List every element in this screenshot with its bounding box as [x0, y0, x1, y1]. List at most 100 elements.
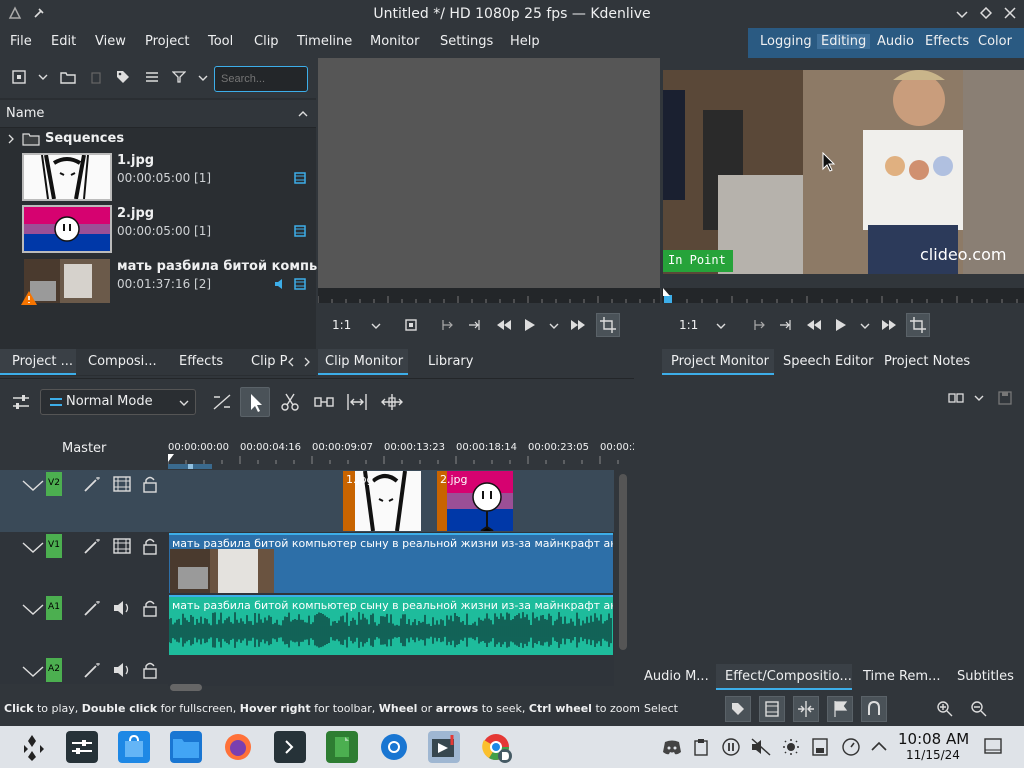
clock-date[interactable]: 11/15/24 [906, 748, 960, 762]
chevron-down-icon[interactable] [22, 602, 44, 616]
record-icon[interactable] [405, 319, 417, 331]
menu-edit[interactable]: Edit [51, 34, 76, 49]
tag-icon[interactable] [725, 696, 751, 722]
tab-project-monitor[interactable]: Project Monitor [662, 349, 774, 375]
spreadsheet-icon[interactable] [326, 731, 358, 763]
menu-tool[interactable]: Tool [208, 34, 233, 49]
crop-icon[interactable] [596, 313, 620, 337]
play-icon[interactable] [835, 318, 847, 332]
set-out-point-icon[interactable] [779, 319, 793, 331]
tab-speech-editor[interactable]: Speech Editor [783, 349, 874, 375]
clipboard-icon[interactable] [694, 738, 708, 756]
close-icon[interactable] [1004, 7, 1016, 19]
spacer-tool-icon[interactable] [212, 393, 232, 411]
master-header[interactable]: Master [0, 427, 168, 471]
zoom-select[interactable]: 1:1 [679, 318, 698, 332]
chevron-down-icon[interactable] [22, 478, 44, 492]
chevron-down-icon[interactable] [860, 322, 870, 330]
track-header-a1[interactable]: A1 [0, 594, 168, 656]
track-header-a2[interactable]: A2 [0, 656, 168, 684]
search-input[interactable] [214, 66, 308, 92]
ripple-tool-icon[interactable] [314, 395, 334, 409]
effects-wand-icon[interactable] [84, 662, 102, 678]
speaker-icon[interactable] [113, 662, 131, 678]
menu-help[interactable]: Help [510, 34, 540, 49]
list-icon[interactable] [145, 71, 159, 83]
select-tool-icon[interactable] [240, 387, 270, 417]
lock-icon[interactable] [143, 537, 157, 555]
rewind-icon[interactable] [496, 319, 512, 331]
video-track-icon[interactable] [113, 476, 131, 492]
tab-project-bin[interactable]: Project ... [0, 349, 76, 375]
effects-wand-icon[interactable] [84, 600, 102, 616]
tab-compositions[interactable]: Composi... [88, 349, 157, 375]
media-pause-icon[interactable] [722, 738, 740, 756]
video-track-icon[interactable] [759, 696, 785, 722]
tab-library[interactable]: Library [428, 349, 473, 375]
tab-clip-monitor[interactable]: Clip Monitor [318, 349, 408, 375]
layout-logging[interactable]: Logging [760, 34, 812, 49]
tag-icon[interactable] [116, 70, 130, 84]
magnet-icon[interactable] [861, 696, 887, 722]
set-in-point-icon[interactable] [440, 319, 454, 331]
set-out-point-icon[interactable] [468, 319, 482, 331]
layout-audio[interactable]: Audio [877, 34, 914, 49]
razor-tool-icon[interactable] [281, 393, 299, 411]
project-monitor-ruler[interactable] [662, 288, 1024, 303]
slip-tool-icon[interactable] [381, 393, 403, 411]
timeline-ruler[interactable]: 00:00:00:00 00:00:04:16 00:00:09:07 00:0… [168, 438, 634, 470]
folder-icon[interactable] [60, 70, 76, 84]
maximize-icon[interactable] [980, 7, 992, 19]
timeline-clip[interactable]: 1.jpg [343, 471, 421, 531]
menu-project[interactable]: Project [145, 34, 189, 49]
chevron-down-icon[interactable] [549, 322, 559, 330]
fast-forward-icon[interactable] [881, 319, 897, 331]
kdenlive-app-icon[interactable] [428, 731, 460, 763]
fast-forward-icon[interactable] [570, 319, 586, 331]
layout-effects[interactable]: Effects [925, 34, 969, 49]
folder-row[interactable]: Sequences [0, 128, 316, 150]
menu-file[interactable]: File [10, 34, 32, 49]
tab-audio-mixer[interactable]: Audio M... [644, 664, 709, 690]
snap-icon[interactable] [793, 696, 819, 722]
effects-wand-icon[interactable] [84, 538, 102, 554]
timeline-clip[interactable]: мать разбила битой компьютер сыну в реал… [169, 533, 613, 593]
storage-icon[interactable] [812, 738, 828, 756]
lock-icon[interactable] [143, 599, 157, 617]
layout-color[interactable]: Color [978, 34, 1012, 49]
bin-column-header[interactable]: Name [0, 100, 316, 128]
tab-subtitles[interactable]: Subtitles [957, 664, 1014, 690]
timeline-vertical-scrollbar[interactable] [619, 474, 627, 650]
track-lane-a2[interactable] [168, 656, 614, 686]
chevron-down-icon[interactable] [22, 540, 44, 554]
timeline-settings-icon[interactable] [12, 394, 30, 410]
app-launcher-icon[interactable] [16, 731, 48, 763]
project-monitor-view[interactable]: clideo.com In Point [662, 58, 1024, 288]
edit-mode-select[interactable]: Normal Mode [40, 389, 196, 415]
rewind-icon[interactable] [806, 319, 822, 331]
chevron-down-icon[interactable] [716, 322, 726, 330]
chevron-right-icon[interactable] [7, 134, 15, 144]
delete-icon[interactable] [90, 70, 102, 84]
zoom-out-icon[interactable] [971, 701, 987, 717]
list-item[interactable]: 1.jpg 00:00:05:00 [1] [0, 150, 316, 204]
effects-wand-icon[interactable] [84, 476, 102, 492]
volume-muted-icon[interactable] [751, 738, 771, 756]
chevron-down-icon[interactable] [198, 74, 208, 82]
list-item[interactable]: 2.jpg 00:00:05:00 [1] [0, 204, 316, 258]
discover-store-icon[interactable] [118, 731, 150, 763]
file-manager-icon[interactable] [170, 731, 202, 763]
chevron-right-icon[interactable] [303, 357, 311, 367]
chevron-left-icon[interactable] [287, 357, 295, 367]
chevron-down-icon[interactable] [371, 322, 381, 330]
menu-timeline[interactable]: Timeline [297, 34, 352, 49]
speaker-icon[interactable] [113, 600, 131, 616]
performance-icon[interactable] [842, 738, 860, 756]
tab-time-remapping[interactable]: Time Rem... [863, 664, 940, 690]
minimize-icon[interactable] [956, 8, 968, 20]
timeline-horizontal-scrollbar[interactable] [170, 684, 202, 691]
tab-clip-properties[interactable]: Clip P [251, 349, 288, 375]
set-in-point-icon[interactable] [752, 319, 766, 331]
menu-settings[interactable]: Settings [440, 34, 493, 49]
terminal-icon[interactable] [274, 731, 306, 763]
